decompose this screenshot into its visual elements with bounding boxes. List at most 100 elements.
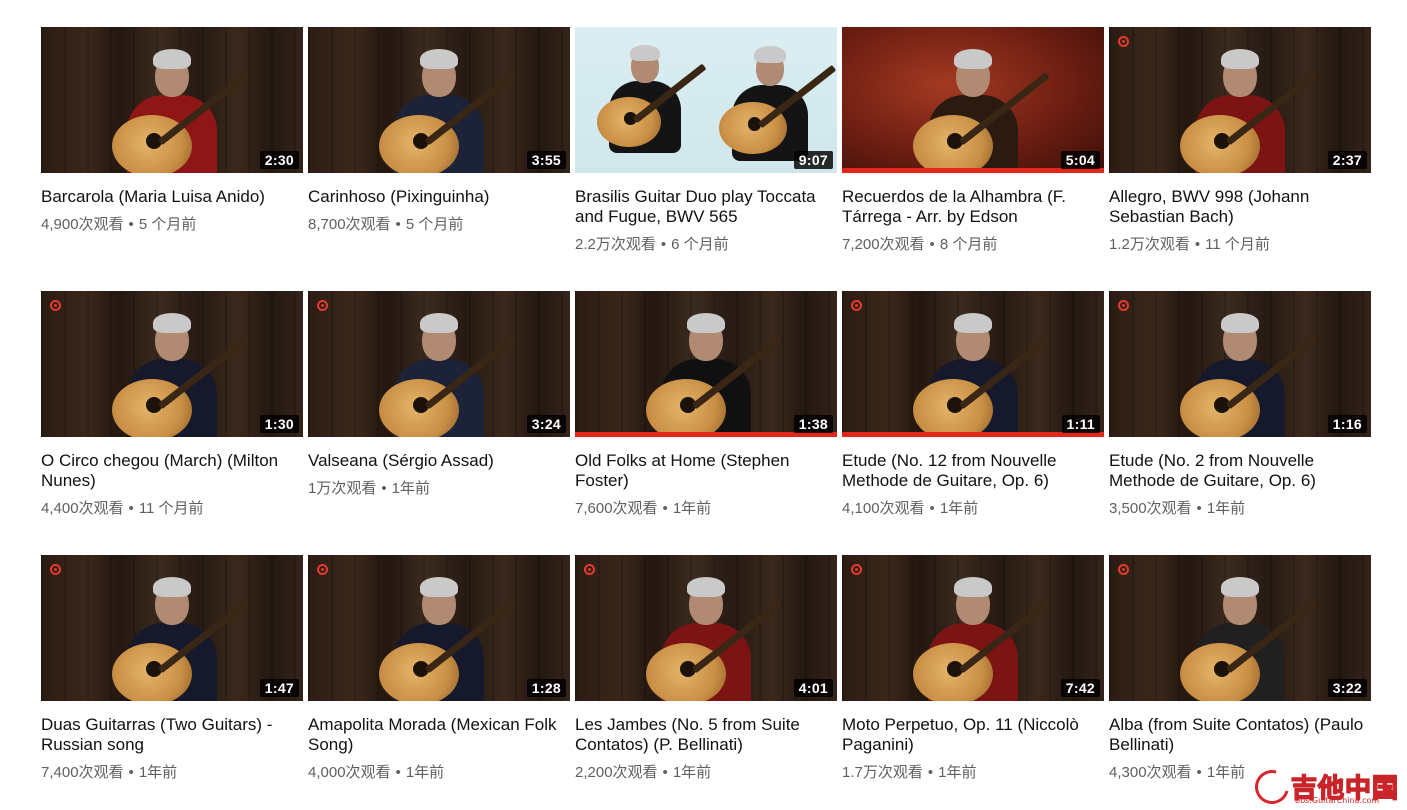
video-card[interactable]: 2:37 Allegro, BWV 998 (Johann Sebastian B… <box>1109 27 1371 291</box>
video-thumbnail[interactable]: 2:30 <box>41 27 303 173</box>
video-title[interactable]: Carinhoso (Pixinguinha) <box>308 187 570 207</box>
view-count: 1万次观看 <box>308 480 377 497</box>
view-count: 1.2万次观看 <box>1109 236 1190 253</box>
video-thumbnail[interactable]: 1:30 <box>41 291 303 437</box>
video-thumbnail[interactable]: 2:37 <box>1109 27 1371 173</box>
video-card[interactable]: 5:04 Recuerdos de la Alhambra (F. Tárrega… <box>842 27 1104 291</box>
video-title[interactable]: Allegro, BWV 998 (Johann Sebastian Bach) <box>1109 187 1371 227</box>
video-meta: 4,900次观看 • 5 个月前 <box>41 216 303 234</box>
guitar-icon <box>112 72 262 173</box>
guitar-logo-icon <box>1248 763 1296 810</box>
upload-age: 1年前 <box>1206 764 1246 781</box>
video-title[interactable]: O Circo chegou (March) (Milton Nunes) <box>41 451 303 491</box>
upload-age: 1年前 <box>1206 500 1246 517</box>
channel-logo-icon <box>1118 564 1129 575</box>
video-card[interactable]: 7:42 Moto Perpetuo, Op. 11 (Niccolò Pagan… <box>842 555 1104 810</box>
video-meta: 1.7万次观看 • 1年前 <box>842 764 1104 782</box>
guitar-icon <box>913 600 1063 701</box>
duration-badge: 5:04 <box>1060 151 1100 169</box>
video-row: 2:30 Barcarola (Maria Luisa Anido) 4,900次观… <box>41 27 1373 291</box>
video-thumbnail[interactable]: 3:24 <box>308 291 570 437</box>
separator-dot: • <box>660 236 667 253</box>
video-meta: 4,400次观看 • 11 个月前 <box>41 500 303 518</box>
video-thumbnail[interactable]: 1:38 <box>575 291 837 437</box>
duration-badge: 2:37 <box>1327 151 1367 169</box>
video-title[interactable]: Recuerdos de la Alhambra (F. Tárrega - A… <box>842 187 1104 227</box>
duration-badge: 4:01 <box>793 679 833 697</box>
channel-logo-icon <box>50 564 61 575</box>
video-row: 1:30 O Circo chegou (March) (Milton Nunes… <box>41 291 1373 555</box>
video-thumbnail[interactable]: 3:55 <box>308 27 570 173</box>
separator-dot: • <box>128 216 134 233</box>
channel-logo-icon <box>584 564 595 575</box>
video-thumbnail[interactable]: 9:07 <box>575 27 837 173</box>
video-title[interactable]: Alba (from Suite Contatos) (Paulo Bellin… <box>1109 715 1371 755</box>
video-title[interactable]: Duas Guitarras (Two Guitars) - Russian s… <box>41 715 303 755</box>
video-card[interactable]: 1:28 Amapolita Morada (Mexican Folk Song)… <box>308 555 570 810</box>
view-count: 4,000次观看 <box>308 764 391 781</box>
upload-age: 5 个月前 <box>405 216 464 233</box>
video-grid: 2:30 Barcarola (Maria Luisa Anido) 4,900次观… <box>41 27 1373 810</box>
video-thumbnail[interactable]: 7:42 <box>842 555 1104 701</box>
view-count: 2.2万次观看 <box>575 236 656 253</box>
video-card[interactable]: 9:07 Brasilis Guitar Duo play Toccata and… <box>575 27 837 291</box>
video-thumbnail[interactable]: 4:01 <box>575 555 837 701</box>
view-count: 4,300次观看 <box>1109 764 1192 781</box>
separator-dot: • <box>929 500 935 517</box>
upload-age: 1年前 <box>391 480 430 497</box>
video-meta: 1万次观看 • 1年前 <box>308 480 570 498</box>
video-card[interactable]: 4:01 Les Jambes (No. 5 from Suite Contato… <box>575 555 837 810</box>
video-title[interactable]: Moto Perpetuo, Op. 11 (Niccolò Paganini) <box>842 715 1104 755</box>
duration-badge: 1:30 <box>259 415 299 433</box>
channel-logo-icon <box>317 564 328 575</box>
view-count: 8,700次观看 <box>308 216 391 233</box>
separator-dot: • <box>1194 236 1201 253</box>
upload-age: 11 个月前 <box>138 500 204 517</box>
guitar-icon <box>913 72 1063 173</box>
guitar-icon <box>1180 72 1330 173</box>
guitar-icon <box>1180 336 1330 437</box>
video-thumbnail[interactable]: 1:28 <box>308 555 570 701</box>
channel-logo-icon <box>1118 36 1129 47</box>
video-card[interactable]: 1:16 Etude (No. 2 from Nouvelle Methode d… <box>1109 291 1371 555</box>
separator-dot: • <box>1196 764 1202 781</box>
video-card[interactable]: 1:11 Etude (No. 12 from Nouvelle Methode … <box>842 291 1104 555</box>
video-thumbnail[interactable]: 1:16 <box>1109 291 1371 437</box>
video-title[interactable]: Valseana (Sérgio Assad) <box>308 451 570 471</box>
duration-badge: 1:11 <box>1061 415 1100 433</box>
video-title[interactable]: Etude (No. 12 from Nouvelle Methode de G… <box>842 451 1104 491</box>
video-meta: 8,700次观看 • 5 个月前 <box>308 216 570 234</box>
separator-dot: • <box>128 500 134 517</box>
view-count: 2,200次观看 <box>575 764 658 781</box>
video-thumbnail[interactable]: 1:47 <box>41 555 303 701</box>
video-title[interactable]: Amapolita Morada (Mexican Folk Song) <box>308 715 570 755</box>
video-title[interactable]: Barcarola (Maria Luisa Anido) <box>41 187 303 207</box>
video-card[interactable]: 2:30 Barcarola (Maria Luisa Anido) 4,900次观… <box>41 27 303 291</box>
guitar-icon <box>597 63 717 153</box>
upload-age: 11 个月前 <box>1205 236 1270 253</box>
separator-dot: • <box>927 764 934 781</box>
video-title[interactable]: Etude (No. 2 from Nouvelle Methode de Gu… <box>1109 451 1371 491</box>
video-card[interactable]: 1:38 Old Folks at Home (Stephen Foster) 7,… <box>575 291 837 555</box>
duration-badge: 1:28 <box>526 679 566 697</box>
video-card[interactable]: 1:47 Duas Guitarras (Two Guitars) - Russi… <box>41 555 303 810</box>
video-meta: 1.2万次观看 • 11 个月前 <box>1109 236 1371 254</box>
upload-age: 1年前 <box>672 764 712 781</box>
video-meta: 2.2万次观看 • 6 个月前 <box>575 236 837 254</box>
video-card[interactable]: 3:24 Valseana (Sérgio Assad) 1万次观看 • 1年前 <box>308 291 570 555</box>
video-title[interactable]: Brasilis Guitar Duo play Toccata and Fug… <box>575 187 837 227</box>
video-thumbnail[interactable]: 1:11 <box>842 291 1104 437</box>
video-card[interactable]: 1:30 O Circo chegou (March) (Milton Nunes… <box>41 291 303 555</box>
upload-age: 1年前 <box>939 500 979 517</box>
video-title[interactable]: Old Folks at Home (Stephen Foster) <box>575 451 837 491</box>
guitar-icon <box>112 600 262 701</box>
video-row: 1:47 Duas Guitarras (Two Guitars) - Russi… <box>41 555 1373 810</box>
separator-dot: • <box>381 480 387 497</box>
separator-dot: • <box>128 764 134 781</box>
video-title[interactable]: Les Jambes (No. 5 from Suite Contatos) (… <box>575 715 837 755</box>
video-thumbnail[interactable]: 5:04 <box>842 27 1104 173</box>
video-card[interactable]: 3:55 Carinhoso (Pixinguinha) 8,700次观看 • 5 个月… <box>308 27 570 291</box>
upload-age: 1年前 <box>672 500 712 517</box>
view-count: 3,500次观看 <box>1109 500 1192 517</box>
video-thumbnail[interactable]: 3:22 <box>1109 555 1371 701</box>
